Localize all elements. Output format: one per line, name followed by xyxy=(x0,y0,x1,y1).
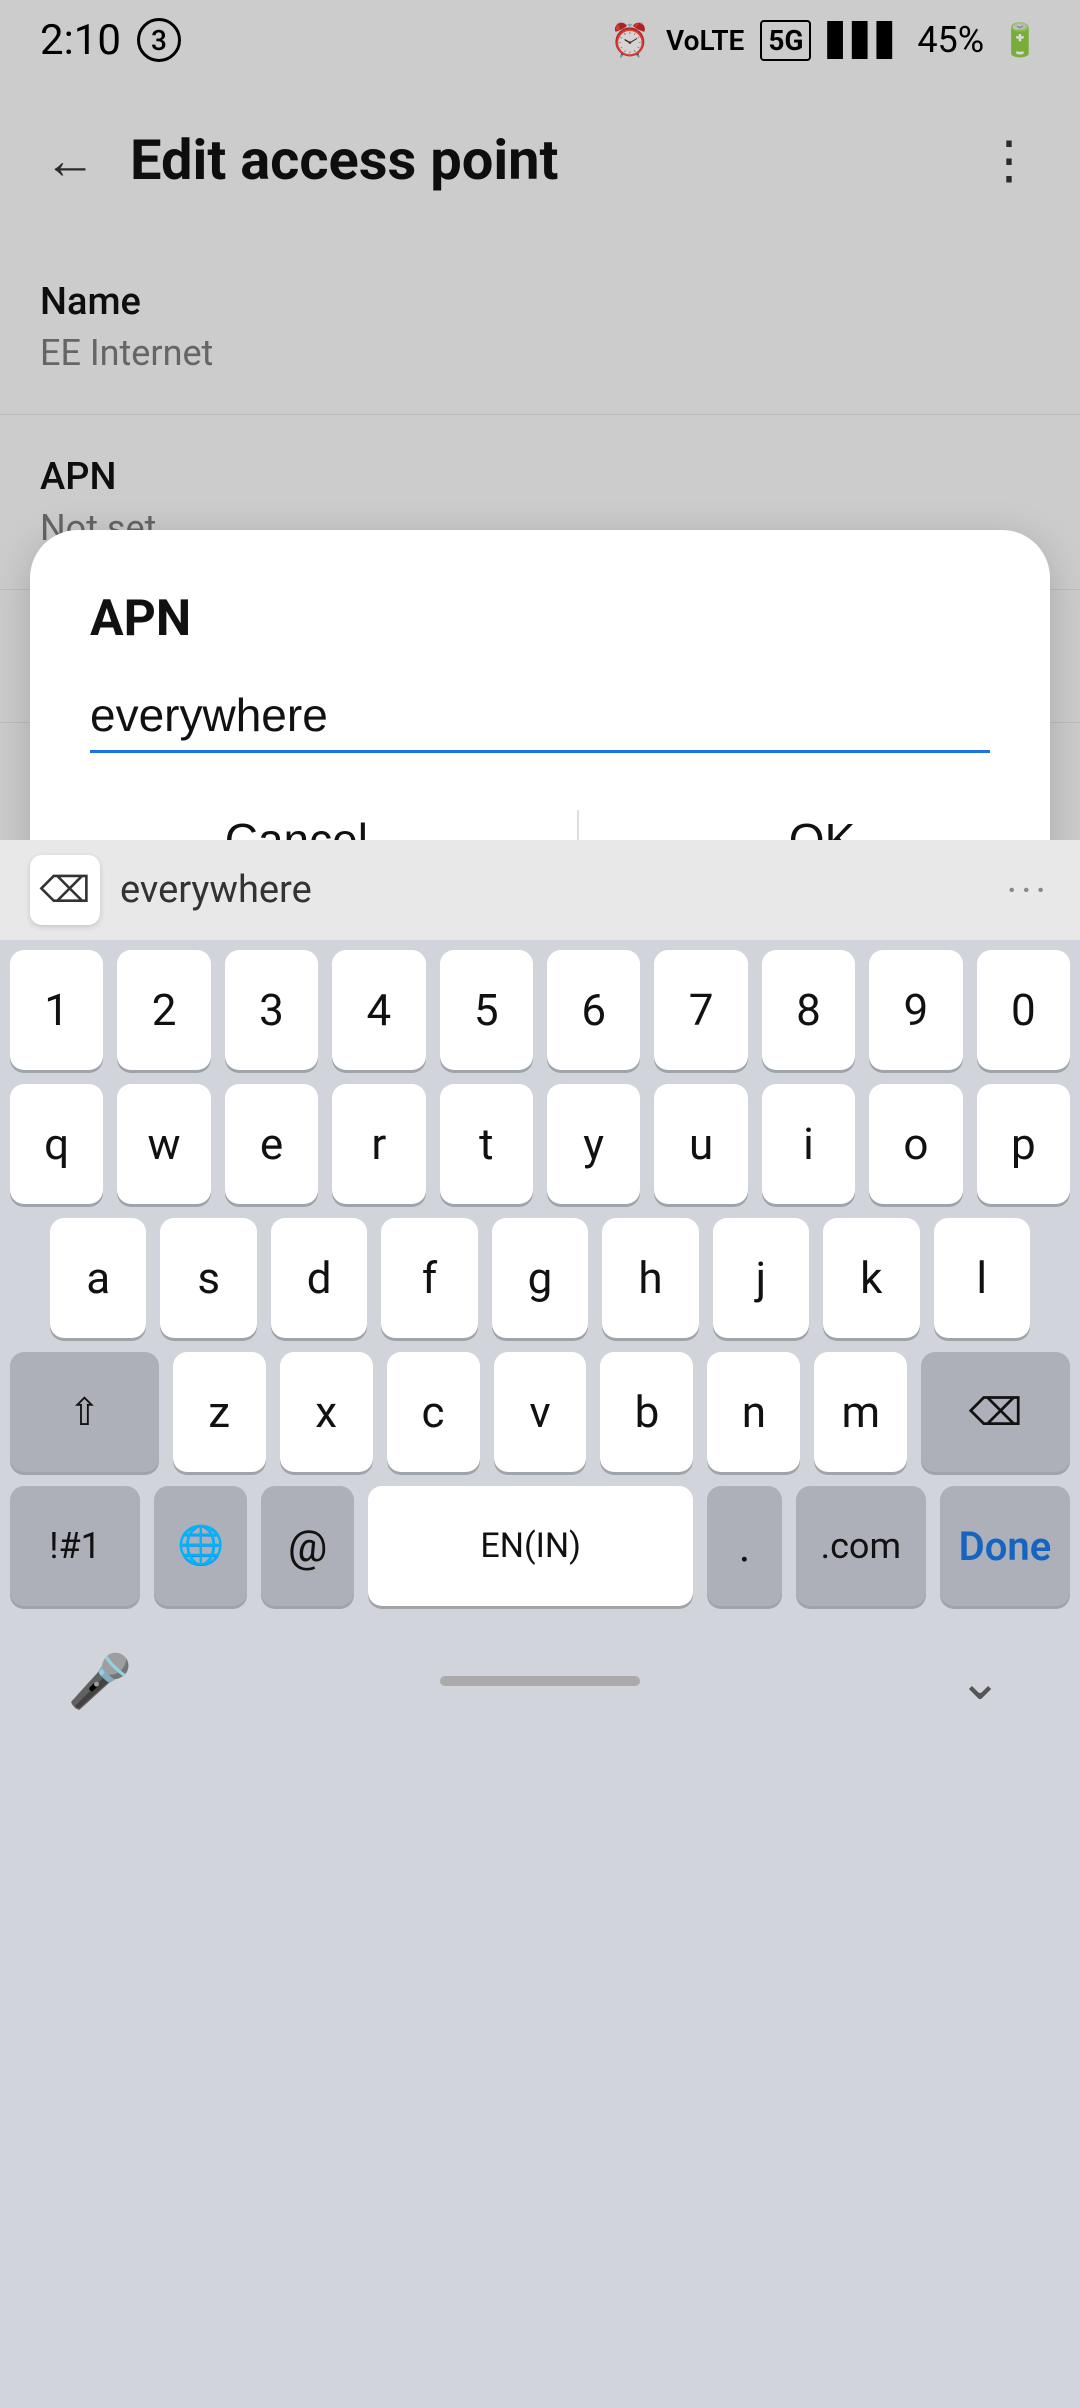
key-z[interactable]: z xyxy=(173,1352,266,1472)
language-key[interactable]: 🌐 xyxy=(154,1486,247,1606)
key-x[interactable]: x xyxy=(280,1352,373,1472)
key-a[interactable]: a xyxy=(50,1218,146,1338)
key-y[interactable]: y xyxy=(547,1084,640,1204)
key-l[interactable]: l xyxy=(934,1218,1030,1338)
key-8[interactable]: 8 xyxy=(762,950,855,1070)
suggestion-back-icon: ⌫ xyxy=(40,869,91,911)
nav-handle xyxy=(440,1676,640,1686)
key-u[interactable]: u xyxy=(654,1084,747,1204)
key-t[interactable]: t xyxy=(440,1084,533,1204)
shift-icon: ⇧ xyxy=(68,1390,100,1435)
microphone-button[interactable]: 🎤 xyxy=(60,1641,140,1721)
qwerty-row3: ⇧ z x c v b n m ⌫ xyxy=(10,1352,1070,1472)
key-s[interactable]: s xyxy=(160,1218,256,1338)
key-2[interactable]: 2 xyxy=(117,950,210,1070)
key-4[interactable]: 4 xyxy=(332,950,425,1070)
suggestion-more-icon[interactable]: ··· xyxy=(1007,867,1050,914)
space-key[interactable]: EN(IN) xyxy=(368,1486,693,1606)
bottom-row: !#1 🌐 @ EN(IN) . .com Done xyxy=(10,1486,1070,1606)
dialog-input-container xyxy=(90,688,990,753)
period-key[interactable]: . xyxy=(707,1486,781,1606)
key-c[interactable]: c xyxy=(387,1352,480,1472)
suggestion-word[interactable]: everywhere xyxy=(120,868,987,912)
key-o[interactable]: o xyxy=(869,1084,962,1204)
collapse-keyboard-button[interactable]: ⌄ xyxy=(940,1641,1020,1721)
keyboard: ⌫ everywhere ··· 1 2 3 4 5 6 7 8 9 0 q w… xyxy=(0,840,1080,2408)
key-v[interactable]: v xyxy=(494,1352,587,1472)
key-i[interactable]: i xyxy=(762,1084,855,1204)
keyboard-rows: 1 2 3 4 5 6 7 8 9 0 q w e r t y u i o p … xyxy=(0,940,1080,1616)
dialog-title: APN xyxy=(90,590,990,648)
key-f[interactable]: f xyxy=(381,1218,477,1338)
backspace-icon: ⌫ xyxy=(969,1390,1023,1435)
number-row: 1 2 3 4 5 6 7 8 9 0 xyxy=(10,950,1070,1070)
qwerty-row2: a s d f g h j k l xyxy=(10,1218,1070,1338)
key-6[interactable]: 6 xyxy=(547,950,640,1070)
key-k[interactable]: k xyxy=(823,1218,919,1338)
key-m[interactable]: m xyxy=(814,1352,907,1472)
key-7[interactable]: 7 xyxy=(654,950,747,1070)
qwerty-row1: q w e r t y u i o p xyxy=(10,1084,1070,1204)
backspace-key[interactable]: ⌫ xyxy=(921,1352,1070,1472)
key-e[interactable]: e xyxy=(225,1084,318,1204)
key-g[interactable]: g xyxy=(492,1218,588,1338)
key-3[interactable]: 3 xyxy=(225,950,318,1070)
globe-icon: 🌐 xyxy=(177,1524,224,1568)
key-5[interactable]: 5 xyxy=(440,950,533,1070)
microphone-icon: 🎤 xyxy=(68,1651,133,1712)
keyboard-bottom-bar: 🎤 ⌄ xyxy=(0,1626,1080,1736)
key-p[interactable]: p xyxy=(977,1084,1070,1204)
suggestion-back-button[interactable]: ⌫ xyxy=(30,855,100,925)
key-n[interactable]: n xyxy=(707,1352,800,1472)
apn-input[interactable] xyxy=(90,688,990,742)
shift-key[interactable]: ⇧ xyxy=(10,1352,159,1472)
key-h[interactable]: h xyxy=(602,1218,698,1338)
key-9[interactable]: 9 xyxy=(869,950,962,1070)
suggestion-bar: ⌫ everywhere ··· xyxy=(0,840,1080,940)
key-b[interactable]: b xyxy=(600,1352,693,1472)
at-key[interactable]: @ xyxy=(261,1486,354,1606)
dotcom-key[interactable]: .com xyxy=(796,1486,926,1606)
key-r[interactable]: r xyxy=(332,1084,425,1204)
key-w[interactable]: w xyxy=(117,1084,210,1204)
done-key[interactable]: Done xyxy=(940,1486,1070,1606)
key-j[interactable]: j xyxy=(713,1218,809,1338)
key-1[interactable]: 1 xyxy=(10,950,103,1070)
key-d[interactable]: d xyxy=(271,1218,367,1338)
symbols-key[interactable]: !#1 xyxy=(10,1486,140,1606)
collapse-icon: ⌄ xyxy=(958,1651,1002,1712)
key-0[interactable]: 0 xyxy=(977,950,1070,1070)
key-q[interactable]: q xyxy=(10,1084,103,1204)
